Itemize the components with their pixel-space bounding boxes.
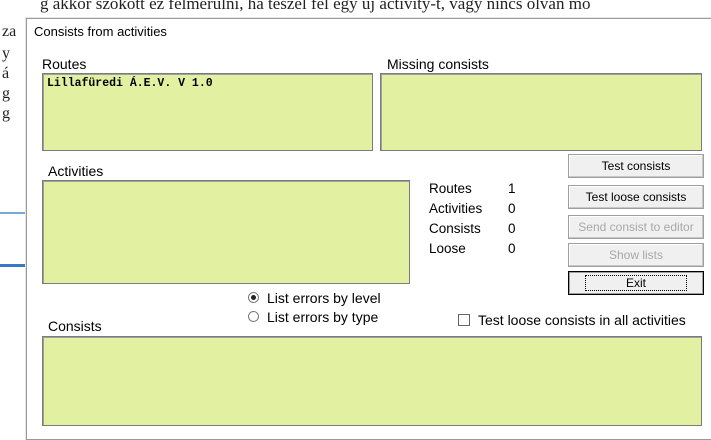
exit-button-label: Exit bbox=[584, 275, 687, 291]
test-loose-all-checkbox[interactable]: Test loose consists in all activities bbox=[458, 312, 686, 328]
background-text-line: g akkor szokott ez felmerülni, ha teszel… bbox=[40, 0, 591, 13]
dialog-title: Consists from activities bbox=[27, 19, 711, 44]
consists-dialog: Consists from activities Routes Lillafür… bbox=[26, 18, 711, 440]
send-consist-to-editor-button[interactable]: Send consist to editor bbox=[568, 215, 704, 239]
show-lists-button[interactable]: Show lists bbox=[568, 243, 704, 267]
stat-routes-label: Routes bbox=[429, 181, 472, 196]
background-char: za bbox=[2, 23, 17, 40]
test-consists-button[interactable]: Test consists bbox=[568, 154, 704, 178]
background-divider bbox=[0, 264, 26, 267]
stat-loose-label: Loose bbox=[429, 241, 466, 256]
background-divider bbox=[0, 212, 26, 214]
test-loose-consists-button[interactable]: Test loose consists bbox=[568, 185, 704, 209]
radio-list-by-type[interactable]: List errors by type bbox=[248, 309, 378, 325]
stat-activities-value: 0 bbox=[508, 201, 516, 216]
routes-label: Routes bbox=[42, 56, 87, 72]
radio-level-label: List errors by level bbox=[267, 290, 381, 306]
activities-label: Activities bbox=[48, 163, 104, 179]
checkbox-label: Test loose consists in all activities bbox=[478, 312, 686, 328]
consists-list[interactable] bbox=[42, 336, 702, 426]
activities-list[interactable] bbox=[42, 180, 410, 284]
background-char: y bbox=[2, 45, 10, 62]
routes-list[interactable]: Lillafüredi Á.E.V. V 1.0 bbox=[42, 73, 373, 151]
consists-label: Consists bbox=[48, 318, 102, 334]
radio-type-label: List errors by type bbox=[267, 309, 379, 325]
missing-consists-label: Missing consists bbox=[387, 56, 489, 72]
background-char: g bbox=[2, 105, 10, 122]
stat-activities-label: Activities bbox=[429, 201, 483, 216]
background-char: á bbox=[2, 65, 10, 82]
stat-loose-value: 0 bbox=[508, 241, 516, 256]
radio-unselected-icon bbox=[248, 311, 259, 322]
background-char: g bbox=[2, 85, 10, 102]
stat-consists-label: Consists bbox=[429, 221, 481, 236]
checkbox-box-icon bbox=[458, 314, 470, 326]
radio-list-by-level[interactable]: List errors by level bbox=[248, 290, 381, 306]
radio-selected-icon bbox=[248, 292, 259, 303]
stat-routes-value: 1 bbox=[508, 181, 516, 196]
route-item[interactable]: Lillafüredi Á.E.V. V 1.0 bbox=[43, 74, 372, 90]
exit-button[interactable]: Exit bbox=[568, 271, 704, 295]
missing-consists-list[interactable] bbox=[380, 73, 702, 151]
stat-consists-value: 0 bbox=[508, 221, 516, 236]
